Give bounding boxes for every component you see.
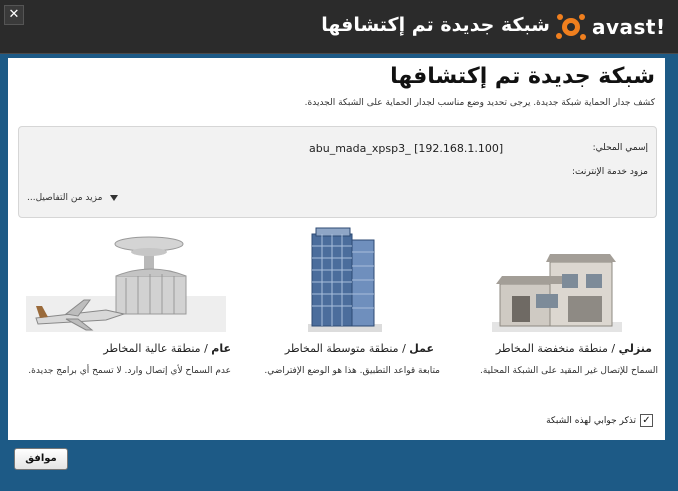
content-panel: شبكة جديدة تم إكتشافها كشف جدار الحماية … <box>8 58 665 440</box>
remember-checkbox[interactable]: ✓ <box>640 414 653 427</box>
avast-logo: avast! <box>554 10 666 44</box>
chevron-down-icon <box>110 195 119 201</box>
logo-text: avast! <box>592 15 666 39</box>
remember-answer-row[interactable]: ✓ تذكر جوابي لهذه الشبكة <box>546 414 653 427</box>
remember-label: تذكر جوابي لهذه الشبكة <box>546 415 636 426</box>
network-info-box: إسمي المحلي: abu_mada_xpsp3_ [192.168.1.… <box>18 126 657 218</box>
zone-public-desc: عدم السماح لأي إتصال وارد. لا تسمح أي بر… <box>28 366 231 376</box>
isp-label: مزود خدمة الإنترنت: <box>572 167 648 177</box>
window-title: شبكة جديدة تم إكتشافها <box>321 14 550 36</box>
local-name-value: abu_mada_xpsp3_ [192.168.1.100] <box>309 142 504 155</box>
zone-home-title: منزلي / منطقة منخفضة المخاطر <box>496 342 652 355</box>
more-details-toggle[interactable]: مزيد من التفاصيل... <box>27 193 119 203</box>
close-button[interactable]: ✕ <box>4 5 24 25</box>
zone-work-name: عمل <box>409 342 434 355</box>
zone-public-risk: / منطقة عالية المخاطر <box>103 342 212 355</box>
avast-dialog: ✕ شبكة جديدة تم إكتشافها avast! شبكة جدي… <box>0 0 678 491</box>
house-illustration <box>492 254 622 332</box>
avast-logo-icon <box>556 14 586 40</box>
office-building-illustration <box>308 227 382 332</box>
zone-work-desc: متابعة قواعد التطبيق. هذا هو الوضع الإفت… <box>264 366 440 376</box>
local-name-label: إسمي المحلي: <box>592 143 648 153</box>
airport-illustration <box>26 236 226 332</box>
zone-public-title: عام / منطقة عالية المخاطر <box>103 342 231 355</box>
zone-work-risk: / منطقة متوسطة المخاطر <box>284 342 410 355</box>
title-bar: ✕ شبكة جديدة تم إكتشافها avast! <box>0 0 678 54</box>
zone-public[interactable]: عام / منطقة عالية المخاطر عدم السماح لأي… <box>20 226 235 406</box>
zone-work-title: عمل / منطقة متوسطة المخاطر <box>285 342 434 355</box>
zone-home-desc: السماح للإتصال غير المقيد على الشبكة الم… <box>480 366 658 376</box>
zone-home[interactable]: منزلي / منطقة منخفضة المخاطر السماح للإت… <box>448 226 658 406</box>
zone-home-risk: / منطقة منخفضة المخاطر <box>495 342 619 355</box>
more-details-label: مزيد من التفاصيل... <box>27 193 103 203</box>
ok-button[interactable]: موافق <box>14 448 68 470</box>
zone-work[interactable]: عمل / منطقة متوسطة المخاطر متابعة قواعد … <box>236 226 446 406</box>
zone-public-name: عام <box>211 342 231 355</box>
zone-home-name: منزلي <box>618 342 652 355</box>
page-subtitle: كشف جدار الحماية شبكة جديدة. يرجى تحديد … <box>304 98 655 108</box>
page-heading: شبكة جديدة تم إكتشافها <box>390 64 655 89</box>
